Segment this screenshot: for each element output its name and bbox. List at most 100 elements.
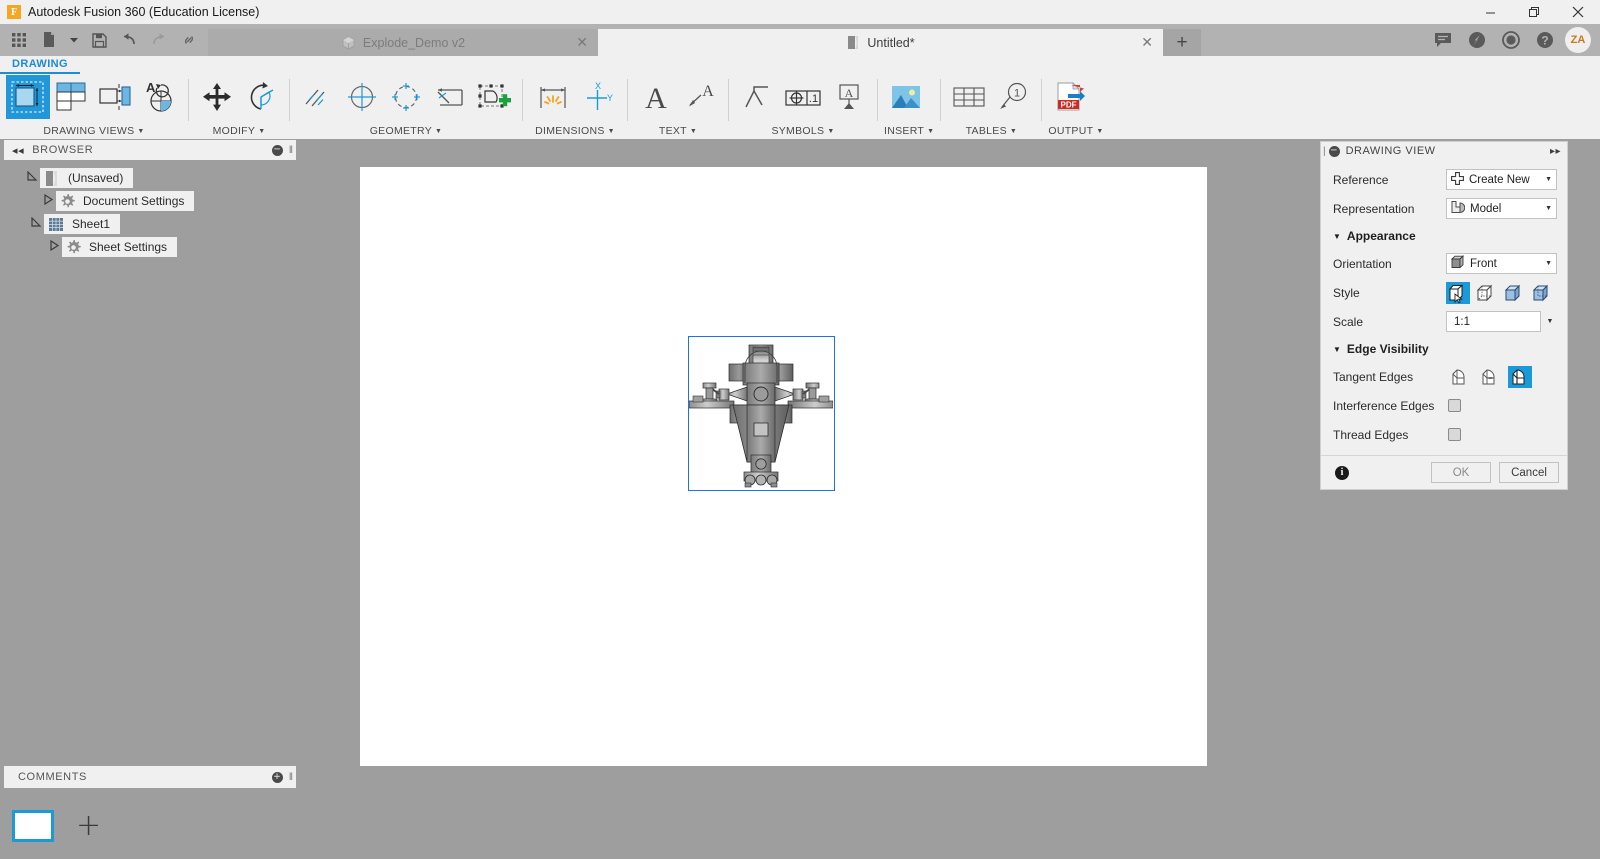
comments-resize-grip[interactable]: ‖ — [289, 772, 293, 783]
projected-view-tool[interactable] — [50, 75, 94, 119]
section-appearance[interactable]: ▼ Appearance — [1333, 223, 1557, 249]
datum-identifier-tool[interactable]: A — [827, 75, 871, 119]
drawing-view-selection[interactable] — [688, 336, 835, 491]
app-grid-icon[interactable] — [4, 25, 34, 55]
tangent-edges-full[interactable] — [1508, 365, 1532, 388]
panel-label-symbols[interactable]: SYMBOLS ▼ — [735, 125, 871, 139]
tab-close-icon[interactable]: ✕ — [1141, 36, 1153, 50]
avatar[interactable]: ZA — [1565, 27, 1591, 53]
visible-edges-style[interactable] — [1446, 281, 1470, 304]
reference-dropdown[interactable]: Create New ▼ — [1446, 169, 1557, 190]
shaded-with-hidden-edges-style[interactable] — [1530, 282, 1554, 304]
panel-label-tables[interactable]: TABLES ▼ — [947, 125, 1035, 139]
info-icon[interactable]: i — [1335, 465, 1349, 480]
chevron-down-icon[interactable]: ▼ — [1545, 176, 1552, 183]
undo-icon[interactable] — [114, 25, 144, 55]
edge-extension-tool[interactable] — [428, 75, 472, 119]
panel-label-output[interactable]: OUTPUT ▼ — [1048, 125, 1103, 139]
comments-panel[interactable]: COMMENTS + ‖ — [4, 766, 296, 788]
section-edge-visibility[interactable]: ▼ Edge Visibility — [1333, 336, 1557, 362]
help-circle-icon[interactable] — [1460, 24, 1494, 56]
new-file-icon[interactable] — [34, 25, 64, 55]
panel-label-drawing-views[interactable]: DRAWING VIEWS ▼ — [6, 125, 182, 139]
collapse-triangle-icon[interactable] — [40, 193, 56, 208]
maximize-button[interactable] — [1512, 0, 1556, 24]
window-controls — [1468, 0, 1600, 24]
ok-button[interactable]: OK — [1431, 462, 1491, 483]
redo-icon[interactable] — [144, 25, 174, 55]
chevron-down-icon[interactable]: ▼ — [1545, 260, 1552, 267]
table-tool[interactable] — [947, 75, 991, 119]
interference-edges-checkbox[interactable] — [1448, 399, 1461, 412]
representation-dropdown[interactable]: Model ▼ — [1446, 198, 1557, 219]
comment-icon[interactable] — [1426, 24, 1460, 56]
tree-item-sheet1[interactable]: Sheet1 — [0, 214, 300, 234]
svg-text:A: A — [645, 82, 667, 113]
expand-triangle-icon[interactable] — [28, 216, 44, 231]
tab-untitled[interactable]: Untitled* ✕ — [598, 29, 1163, 56]
collapse-browser-icon[interactable]: ◂◂ — [12, 144, 24, 157]
minimize-button[interactable] — [1468, 0, 1512, 24]
surface-texture-tool[interactable] — [735, 75, 779, 119]
drawing-canvas[interactable] — [300, 139, 1318, 818]
tangent-edges-shortened[interactable] — [1478, 366, 1502, 388]
tangent-edges-off[interactable] — [1448, 366, 1472, 388]
browser-minimize-icon[interactable]: ─ — [271, 144, 283, 156]
shaded-style[interactable] — [1502, 282, 1526, 304]
scale-dropdown-icon[interactable]: ▼ — [1543, 318, 1557, 325]
dimension-tool[interactable] — [529, 75, 577, 119]
bolt-circle-center-mark-tool[interactable] — [384, 75, 428, 119]
add-comment-icon[interactable]: + — [271, 771, 283, 783]
detail-view-tool[interactable]: A — [138, 75, 182, 119]
centerline-tool[interactable] — [296, 75, 340, 119]
panel-label-geometry[interactable]: GEOMETRY ▼ — [296, 125, 516, 139]
section-view-tool[interactable] — [94, 75, 138, 119]
drawing-sheet[interactable] — [360, 167, 1207, 818]
expand-triangle-icon[interactable] — [24, 170, 40, 185]
move-view-tool[interactable] — [195, 75, 239, 119]
link-icon[interactable] — [174, 25, 204, 55]
close-button[interactable] — [1556, 0, 1600, 24]
new-file-dropdown[interactable] — [64, 25, 84, 55]
tab-explode-demo[interactable]: Explode_Demo v2 ✕ — [208, 29, 598, 56]
chevron-down-icon[interactable]: ▼ — [1545, 205, 1552, 212]
save-icon[interactable] — [84, 25, 114, 55]
text-tool[interactable]: A — [634, 75, 678, 119]
panel-label-dimensions[interactable]: DIMENSIONS ▼ — [529, 125, 621, 139]
tab-label: Untitled* — [867, 35, 915, 50]
panel-label-insert[interactable]: INSERT ▼ — [884, 125, 934, 139]
question-icon[interactable]: ? — [1528, 24, 1562, 56]
new-tab-button[interactable]: + — [1163, 29, 1201, 56]
sheet1-thumbnail[interactable] — [12, 809, 54, 842]
scale-input[interactable]: 1:1 — [1446, 311, 1541, 332]
sketch-tool[interactable] — [472, 75, 516, 119]
dialog-drag-grip[interactable]: | — [1323, 146, 1325, 157]
insert-image-tool[interactable] — [884, 75, 928, 119]
base-view-tool[interactable] — [6, 75, 50, 119]
feature-control-frame-tool[interactable]: .1 — [779, 75, 827, 119]
panel-label-modify[interactable]: MODIFY ▼ — [195, 125, 283, 139]
dialog-expand-icon[interactable]: ▸▸ — [1550, 146, 1561, 157]
tree-item-document-settings[interactable]: Document Settings — [0, 191, 300, 211]
clock-icon[interactable] — [1494, 24, 1528, 56]
visible-and-hidden-edges-style[interactable] — [1474, 282, 1498, 304]
balloon-tool[interactable]: 1 — [991, 75, 1035, 119]
browser-resize-grip[interactable]: ‖ — [289, 145, 293, 156]
center-mark-tool[interactable] — [340, 75, 384, 119]
dialog-header[interactable]: | ─ DRAWING VIEW ▸▸ — [1321, 142, 1567, 160]
panel-label-text[interactable]: TEXT ▼ — [634, 125, 722, 139]
thread-edges-checkbox[interactable] — [1448, 428, 1461, 441]
ordinate-dimension-tool[interactable]: X Y — [577, 75, 621, 119]
collapse-triangle-icon[interactable] — [46, 239, 62, 254]
dialog-minimize-icon[interactable]: ─ — [1328, 145, 1340, 157]
tree-item-sheet-settings[interactable]: Sheet Settings — [0, 237, 300, 257]
add-sheet-button[interactable]: + — [76, 810, 101, 841]
tree-item-unsaved[interactable]: (Unsaved) — [0, 168, 300, 188]
tab-close-icon[interactable]: ✕ — [576, 36, 588, 50]
ribbon-tab-drawing[interactable]: DRAWING — [0, 56, 80, 74]
export-pdf-tool[interactable]: PDF — [1048, 75, 1092, 119]
cancel-button[interactable]: Cancel — [1499, 462, 1559, 483]
leader-text-tool[interactable]: A — [678, 75, 722, 119]
rotate-view-tool[interactable] — [239, 75, 283, 119]
orientation-dropdown[interactable]: Front ▼ — [1446, 253, 1557, 274]
